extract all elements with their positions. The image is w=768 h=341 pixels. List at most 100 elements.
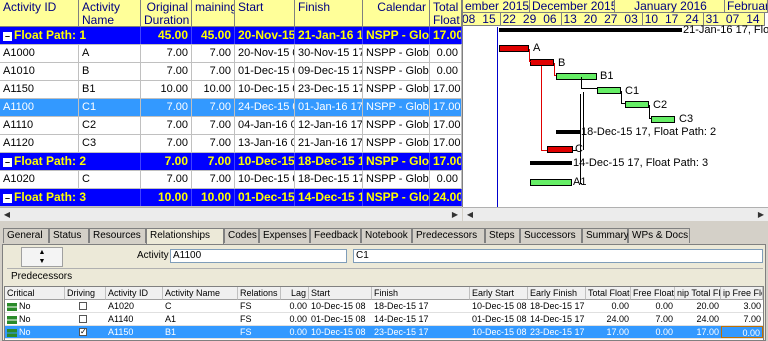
tab-feedback[interactable]: Feedback (310, 228, 361, 243)
gantt-scrollbar[interactable]: ◀ ▶ (463, 207, 768, 221)
tab-summary[interactable]: Summary (582, 228, 629, 243)
col-finish[interactable]: Finish (295, 0, 363, 27)
tab-predecessors[interactable]: Predecessors (412, 228, 485, 243)
tab-wps-docs[interactable]: WPs & Docs (628, 228, 690, 243)
table-row[interactable]: A1150B110.0010.0010-Dec-15 0823-Dec-15 1… (0, 81, 462, 99)
col-early-start[interactable]: Early Start (470, 287, 528, 300)
critical-cell: No (5, 300, 65, 312)
col-ip-free-float[interactable]: ip Free Float (721, 287, 763, 300)
activity-bar[interactable] (597, 87, 621, 94)
col-activity-id[interactable]: Activity ID (106, 287, 163, 300)
driving-checkbox[interactable]: ✓ (79, 328, 87, 336)
activity-bar[interactable] (530, 179, 572, 186)
activity-table: Activity ID Activity Name Original Durat… (0, 0, 463, 207)
col-start[interactable]: Start (309, 287, 372, 300)
scroll-left-icon[interactable]: ◀ (0, 208, 14, 221)
total-float-cell: 0.00 (430, 63, 462, 80)
tab-status[interactable]: Status (49, 228, 89, 243)
col-activity-name[interactable]: Activity Name (163, 287, 238, 300)
col-free-float[interactable]: Free Float (631, 287, 675, 300)
col-original-duration[interactable]: Original Duration (141, 0, 192, 27)
month-header: February 20 (725, 0, 768, 13)
table-row[interactable]: A1010B7.007.0001-Dec-15 0809-Dec-15 17NS… (0, 63, 462, 81)
critical-value: No (19, 314, 31, 324)
predecessor-row[interactable]: No A1020 C FS 0.00 10-Dec-15 08 18-Dec-15 17 10… (5, 300, 763, 313)
tab-notebook[interactable]: Notebook (361, 228, 412, 243)
activity-id-field[interactable]: A1100 (170, 249, 347, 263)
activity-bar[interactable] (625, 101, 649, 108)
relationship-icon (7, 315, 17, 324)
activity-name-cell: B (79, 63, 141, 80)
table-row[interactable]: A1110C27.007.0004-Jan-16 0812-Jan-16 17N… (0, 117, 462, 135)
relationship-line (554, 63, 555, 75)
activity-bar[interactable] (499, 45, 529, 52)
calendar-cell: NSPP - Global (363, 45, 430, 62)
driving-checkbox[interactable] (79, 315, 87, 323)
tab-general[interactable]: General (3, 228, 49, 243)
relationship-line (621, 91, 622, 103)
relationship-line (581, 88, 597, 89)
relationship-line (581, 183, 582, 184)
col-driving[interactable]: Driving (65, 287, 106, 300)
relationship-line (554, 75, 556, 76)
scroll-right-icon[interactable]: ▶ (754, 208, 768, 221)
day-label: 06 (541, 13, 563, 26)
table-scrollbar[interactable]: ◀ ▶ (0, 207, 462, 221)
predecessor-row[interactable]: No ✓ A1150 B1 FS 0.00 10-Dec-15 08 23-Dec-15 17… (5, 326, 763, 339)
tab-resources[interactable]: Resources (89, 228, 146, 243)
summary-bar[interactable] (499, 28, 682, 32)
tf-cell: 17.00 (606, 327, 629, 337)
col-relations[interactable]: Relations (238, 287, 281, 300)
col-remaining[interactable]: maining (192, 0, 235, 27)
col-total-float[interactable]: Total Float (586, 287, 631, 300)
table-row[interactable]: A1100C17.007.0024-Dec-15 0801-Jan-16 17N… (0, 99, 462, 117)
activity-bar[interactable] (651, 116, 675, 123)
col-calendar[interactable]: Calendar (363, 0, 430, 27)
tab-relationships[interactable]: Relationships (146, 228, 224, 245)
col-early-finish[interactable]: Early Finish (528, 287, 586, 300)
original-duration-cell: 7.00 (141, 135, 192, 152)
activity-bar[interactable] (547, 146, 573, 153)
original-duration-cell: 7.00 (141, 117, 192, 134)
tab-expenses[interactable]: Expenses (259, 228, 310, 243)
rtf-cell: 24.00 (696, 314, 719, 324)
scroll-left-icon[interactable]: ◀ (463, 208, 477, 221)
activity-name-field[interactable]: C1 (353, 249, 763, 263)
scroll-right-icon[interactable]: ▶ (448, 208, 462, 221)
summary-bar[interactable] (530, 161, 572, 165)
activity-bar[interactable] (530, 59, 554, 66)
table-row[interactable]: A1120C37.007.0013-Jan-16 0821-Jan-16 17N… (0, 135, 462, 153)
nav-stepper[interactable]: ▲ ▼ (21, 247, 63, 267)
col-lag[interactable]: Lag (281, 287, 309, 300)
group-row[interactable]: –Float Path: 145.0045.0020-Nov-15 0821-J… (0, 27, 462, 45)
predecessors-table: Critical Driving Activity ID Activity Name R… (4, 286, 764, 341)
divider (7, 268, 763, 269)
tab-codes[interactable]: Codes (224, 228, 259, 243)
col-activity-name[interactable]: Activity Name (79, 0, 141, 27)
up-arrow-icon[interactable]: ▲ (22, 248, 62, 257)
predecessor-row[interactable]: No A1140 A1 FS 0.00 01-Dec-15 08 14-Dec-15 17 0… (5, 313, 763, 326)
calendar-cell: NSPP - Global (363, 171, 430, 188)
tab-steps[interactable]: Steps (485, 228, 520, 243)
start-cell: 20-Nov-15 08 (235, 45, 295, 62)
group-row[interactable]: –Float Path: 27.007.0010-Dec-15 0818-Dec… (0, 153, 462, 171)
col-nip-total-float[interactable]: nip Total Float (675, 287, 721, 300)
activity-bar[interactable] (556, 73, 597, 80)
group-row[interactable]: –Float Path: 310.0010.0001-Dec-15 0814-D… (0, 189, 462, 207)
table-row[interactable]: A1000A7.007.0020-Nov-15 0830-Nov-15 17NS… (0, 45, 462, 63)
tab-successors[interactable]: Successors (520, 228, 582, 243)
finish-cell: 23-Dec-15 17 (374, 327, 429, 337)
activity-id-cell: A1120 (0, 135, 79, 152)
col-total-float[interactable]: Total Float (430, 0, 462, 27)
driving-checkbox[interactable] (79, 302, 87, 310)
col-critical[interactable]: Critical (5, 287, 65, 300)
col-activity-id[interactable]: Activity ID (0, 0, 79, 27)
col-start[interactable]: Start (235, 0, 295, 27)
lag-cell: 0.00 (289, 327, 307, 337)
down-arrow-icon[interactable]: ▼ (22, 257, 62, 266)
id-cell: A1150 (108, 327, 134, 337)
table-row[interactable]: A1020C7.007.0010-Dec-15 0818-Dec-15 17NS… (0, 171, 462, 189)
remaining-cell: 7.00 (192, 171, 235, 188)
col-finish[interactable]: Finish (372, 287, 470, 300)
summary-bar[interactable] (556, 130, 580, 134)
